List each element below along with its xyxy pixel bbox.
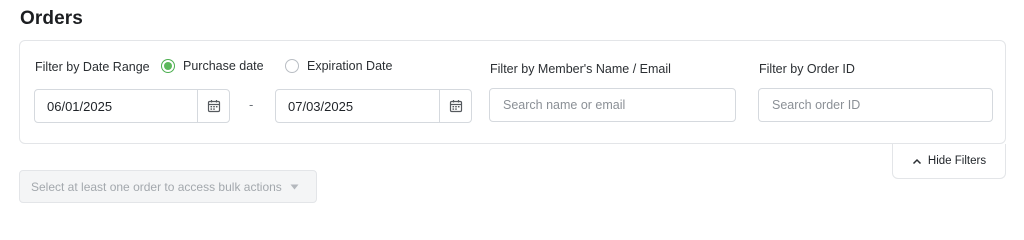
caret-down-icon: [290, 184, 299, 189]
order-id-search-input[interactable]: [758, 88, 993, 122]
filter-panel: Filter by Date Range Purchase date Expir…: [19, 40, 1006, 144]
calendar-icon: [207, 100, 220, 113]
hide-filters-label: Hide Filters: [927, 155, 987, 167]
page-title: Orders: [20, 8, 83, 29]
calendar-icon: [449, 100, 462, 113]
radio-purchase-label: Purchase date: [183, 59, 264, 73]
hide-filters-button[interactable]: Hide Filters: [892, 144, 1006, 179]
chevron-up-icon: [912, 158, 921, 164]
radio-unchecked-icon: [285, 59, 299, 73]
member-filter-label: Filter by Member's Name / Email: [490, 62, 671, 76]
order-id-filter-label: Filter by Order ID: [759, 62, 855, 76]
start-date-input[interactable]: 06/01/2025: [34, 89, 230, 123]
bulk-actions-placeholder: Select at least one order to access bulk…: [31, 179, 282, 194]
end-date-value: 07/03/2025: [288, 98, 354, 114]
radio-purchase-date[interactable]: Purchase date: [161, 59, 264, 73]
end-date-calendar-button[interactable]: [439, 90, 471, 122]
radio-expiration-label: Expiration Date: [307, 59, 393, 73]
end-date-input[interactable]: 07/03/2025: [275, 89, 472, 123]
member-search-input[interactable]: [489, 88, 736, 122]
start-date-value: 06/01/2025: [47, 98, 113, 114]
start-date-calendar-button[interactable]: [197, 90, 229, 122]
date-separator: -: [249, 97, 254, 112]
bulk-actions-select[interactable]: Select at least one order to access bulk…: [19, 170, 317, 203]
radio-expiration-date[interactable]: Expiration Date: [285, 59, 392, 73]
date-range-label: Filter by Date Range: [35, 60, 150, 74]
radio-checked-icon: [161, 59, 175, 73]
